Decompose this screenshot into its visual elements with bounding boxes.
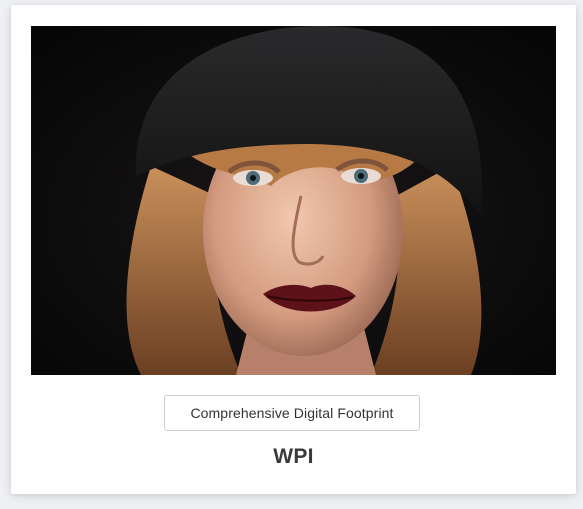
portrait-photo [31, 26, 556, 375]
comprehensive-digital-footprint-button[interactable]: Comprehensive Digital Footprint [164, 395, 420, 431]
card-caption: WPI [273, 445, 314, 468]
profile-card: Comprehensive Digital Footprint WPI [11, 5, 576, 494]
